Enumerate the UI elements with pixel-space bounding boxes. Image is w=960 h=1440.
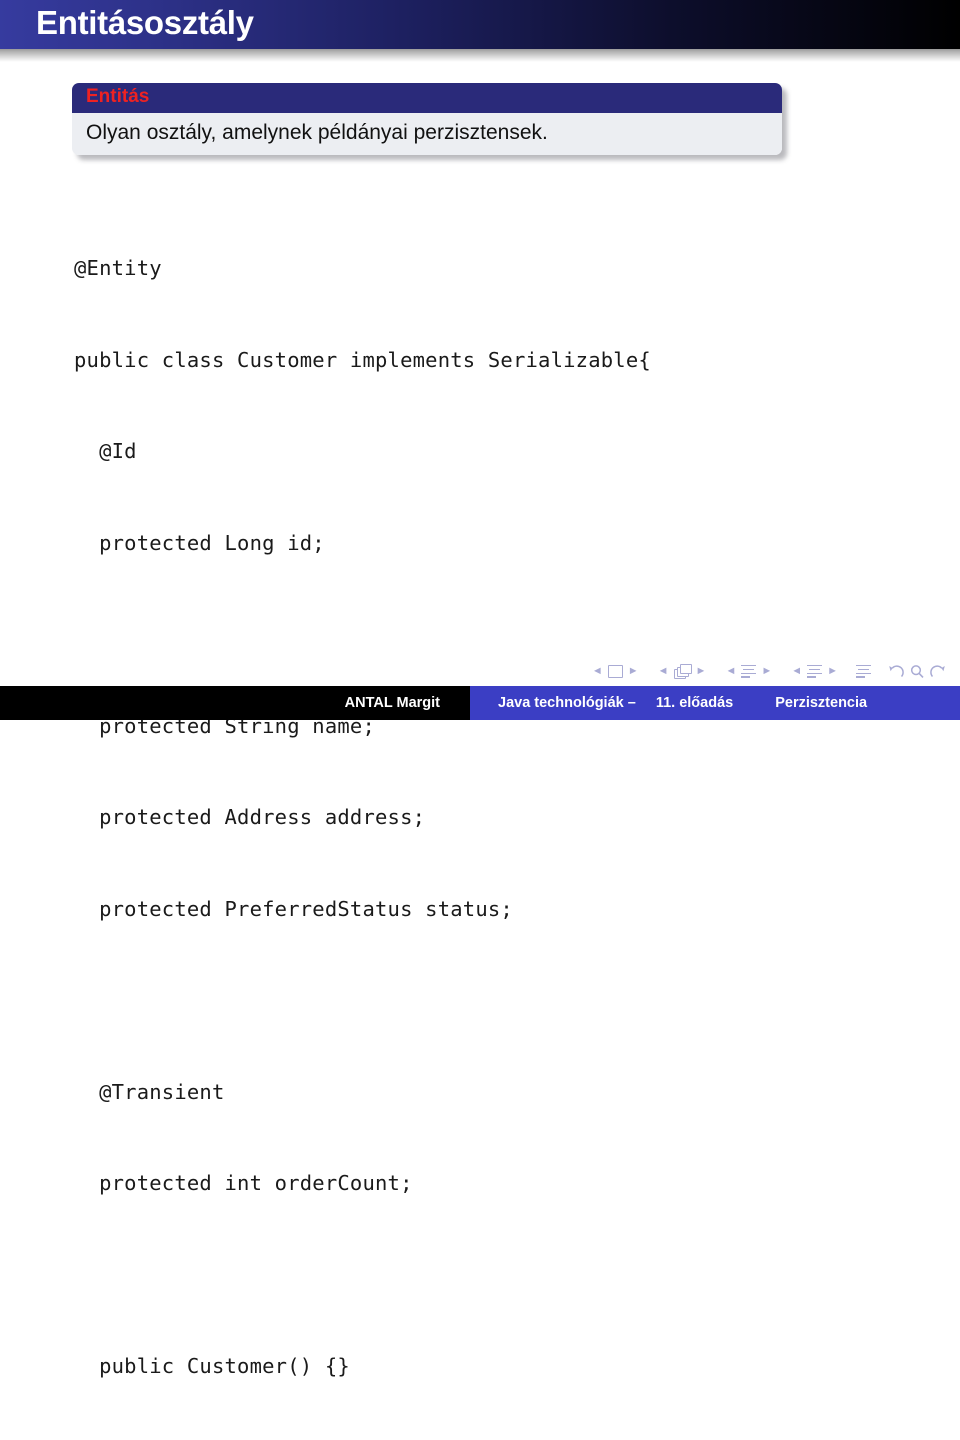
- slide-footer: ANTAL Margit Java technológiák – 11. elő…: [0, 686, 960, 720]
- title-bar-shadow: [0, 49, 960, 62]
- next-section-icon[interactable]: ►: [824, 665, 841, 677]
- search-icon[interactable]: [907, 664, 927, 679]
- frames-icon[interactable]: [672, 664, 693, 679]
- slide-navigation-group[interactable]: ◄ ►: [589, 664, 642, 678]
- code-line: protected PreferredStatus status;: [74, 896, 513, 921]
- back-icon[interactable]: [886, 664, 907, 679]
- prev-subsection-icon[interactable]: ◄: [722, 665, 739, 677]
- definition-block-title: Entitás: [72, 83, 782, 113]
- section-icon[interactable]: [805, 664, 824, 678]
- frame-navigation-group[interactable]: ◄ ►: [655, 664, 710, 679]
- footer-lecture: 11. előadás: [655, 695, 734, 711]
- document-icon[interactable]: [854, 664, 873, 678]
- footer-author: ANTAL Margit: [0, 686, 470, 720]
- code-line: @Entity: [74, 256, 162, 280]
- page-title: Entitásosztály: [36, 4, 254, 41]
- code-line: public class Customer implements Seriali…: [74, 347, 651, 372]
- prev-section-icon[interactable]: ◄: [788, 665, 805, 677]
- slide-icon[interactable]: [606, 664, 625, 678]
- next-slide-icon[interactable]: ►: [625, 665, 642, 677]
- code-listing: @Entity public class Customer implements…: [74, 192, 651, 1440]
- forward-icon[interactable]: [927, 664, 948, 679]
- footer-course: Java technológiák –: [498, 695, 636, 711]
- code-line: public Customer() {}: [74, 1354, 350, 1378]
- prev-slide-icon[interactable]: ◄: [589, 665, 606, 677]
- footer-topic: Perzisztencia: [775, 695, 868, 711]
- section-navigation-group[interactable]: ◄ ►: [788, 664, 841, 678]
- footer-main: Java technológiák – 11. előadás Perziszt…: [470, 686, 960, 720]
- code-line: @Transient: [74, 1079, 225, 1104]
- code-line: protected int orderCount;: [74, 1171, 413, 1195]
- beamer-navigation-bar[interactable]: ◄ ► ◄ ► ◄ ► ◄ ►: [589, 659, 948, 683]
- next-subsection-icon[interactable]: ►: [758, 665, 775, 677]
- definition-block-body: Olyan osztály, amelynek példányai perzis…: [72, 112, 782, 156]
- code-line: protected Long id;: [74, 530, 325, 555]
- slide-title-bar: Entitásosztály: [0, 0, 960, 49]
- code-line: protected Address address;: [74, 805, 426, 829]
- next-frame-icon[interactable]: ►: [693, 665, 710, 677]
- subsection-icon[interactable]: [739, 664, 758, 678]
- prev-frame-icon[interactable]: ◄: [655, 665, 672, 677]
- code-line: @Id: [74, 439, 137, 463]
- definition-block: Entitás Olyan osztály, amelynek példánya…: [72, 83, 782, 156]
- subsection-navigation-group[interactable]: ◄ ►: [722, 664, 775, 678]
